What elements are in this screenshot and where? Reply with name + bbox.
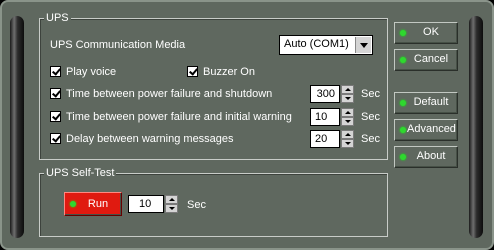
spin-down-icon[interactable]: [341, 117, 354, 126]
selftest-group: UPS Self-Test Run 10 Sec: [39, 166, 388, 237]
shutdown-time-label: Time between power failure and shutdown: [66, 88, 273, 100]
right-handle-bar: [469, 16, 483, 238]
ups-settings-window: UPS UPS Communication Media Auto (COM1) …: [0, 0, 494, 250]
status-led-icon: [400, 127, 406, 133]
buzzer-label: Buzzer On: [203, 66, 255, 78]
shutdown-time-checkbox[interactable]: [50, 88, 61, 99]
default-button[interactable]: Default: [394, 92, 458, 114]
status-led-icon: [400, 154, 406, 160]
initial-warning-checkbox[interactable]: [50, 111, 61, 122]
comm-media-dropdown[interactable]: Auto (COM1): [279, 35, 373, 55]
shutdown-time-unit: Sec: [361, 88, 380, 100]
status-led-icon: [400, 57, 406, 63]
ok-button[interactable]: OK: [394, 22, 458, 44]
selftest-group-title: UPS Self-Test: [44, 166, 117, 180]
left-handle-bar: [10, 16, 24, 238]
cancel-button[interactable]: Cancel: [394, 49, 458, 71]
spin-up-icon[interactable]: [341, 85, 354, 94]
initial-warning-input[interactable]: 10: [310, 108, 340, 126]
initial-warning-unit: Sec: [361, 111, 380, 123]
initial-warning-label: Time between power failure and initial w…: [66, 111, 292, 123]
play-voice-label: Play voice: [66, 66, 117, 78]
shutdown-time-input[interactable]: 300: [310, 85, 340, 103]
comm-media-value: Auto (COM1): [284, 38, 349, 50]
spin-up-icon[interactable]: [165, 195, 178, 204]
ups-group-title: UPS: [44, 11, 71, 25]
buzzer-checkbox[interactable]: [187, 66, 198, 77]
ups-group: UPS UPS Communication Media Auto (COM1) …: [39, 11, 388, 160]
advanced-button[interactable]: Advanced: [394, 119, 458, 141]
run-selftest-button[interactable]: Run: [64, 192, 122, 216]
status-led-icon: [70, 201, 76, 207]
warning-delay-input[interactable]: 20: [310, 130, 340, 148]
selftest-duration-unit: Sec: [187, 199, 206, 211]
warning-delay-unit: Sec: [361, 133, 380, 145]
status-led-icon: [400, 100, 406, 106]
status-led-icon: [400, 30, 406, 36]
spin-up-icon[interactable]: [341, 130, 354, 139]
warning-delay-checkbox[interactable]: [50, 133, 61, 144]
play-voice-checkbox[interactable]: [50, 66, 61, 77]
warning-delay-label: Delay between warning messages: [66, 133, 234, 145]
selftest-duration-input[interactable]: 10: [128, 195, 164, 213]
about-button[interactable]: About: [394, 146, 458, 168]
comm-media-label: UPS Communication Media: [50, 39, 186, 51]
spin-down-icon[interactable]: [165, 204, 178, 213]
chevron-down-icon[interactable]: [355, 37, 371, 53]
spin-up-icon[interactable]: [341, 108, 354, 117]
spin-down-icon[interactable]: [341, 139, 354, 148]
spin-down-icon[interactable]: [341, 94, 354, 103]
